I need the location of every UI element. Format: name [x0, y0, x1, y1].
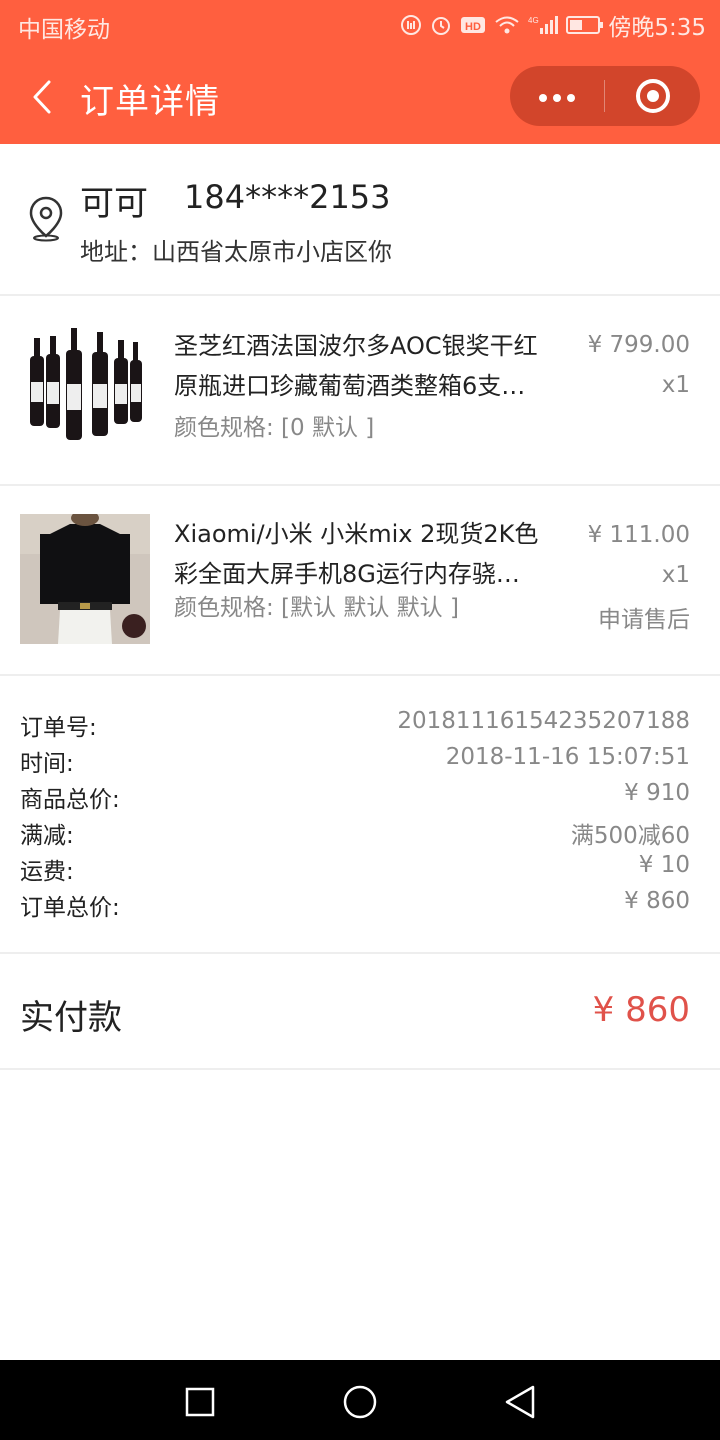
order-time-row: 时间: 2018-11-16 15:07:51: [20, 744, 690, 780]
hd-icon: HD: [461, 17, 486, 33]
alarm-icon: [432, 17, 451, 35]
svg-text:HD: HD: [465, 21, 481, 33]
order-total-row: 订单总价: ¥ 860: [20, 888, 690, 924]
goods-total-label: 商品总价:: [20, 787, 120, 813]
clock-label: 傍晚5:35: [608, 15, 706, 41]
product-quantity: x1: [661, 562, 690, 588]
goods-total-row: 商品总价: ¥ 910: [20, 780, 690, 816]
amount-paid-label: 实付款: [20, 998, 122, 1038]
target-circle-icon: [635, 79, 670, 113]
amount-paid-value: ¥ 860: [592, 990, 690, 1030]
back-button[interactable]: [22, 72, 62, 122]
product-title-line1: 圣芝红酒法国波尔多AOC银奖干红: [174, 332, 538, 360]
svg-text:4G: 4G: [528, 16, 539, 25]
amount-paid-section: 实付款 ¥ 860: [0, 954, 720, 1070]
carrier-label: 中国移动: [18, 17, 110, 43]
order-number-value: 20181116154235207188: [397, 708, 690, 734]
discount-row: 满减: 满500减60: [20, 816, 690, 852]
order-item[interactable]: Xiaomi/小米 小米mix 2现货2K色 彩全面大屏手机8G运行内存骁… 颜…: [0, 486, 720, 676]
data-saver-icon: [401, 15, 422, 35]
address-text: 地址：山西省太原市小店区你: [80, 238, 392, 266]
order-total-label: 订单总价:: [20, 895, 120, 921]
shipping-fee-row: 运费: ¥ 10: [20, 852, 690, 888]
order-info: 订单号: 20181116154235207188 时间: 2018-11-16…: [0, 676, 720, 954]
order-time-label: 时间:: [20, 751, 74, 777]
order-item[interactable]: 圣芝红酒法国波尔多AOC银奖干红 原瓶进口珍藏葡萄酒类整箱6支… 颜色规格: […: [0, 296, 720, 486]
miniprogram-capsule: [510, 66, 700, 126]
black-shirt-model-image: [20, 514, 150, 644]
chevron-left-icon: [33, 80, 51, 114]
back-nav-button[interactable]: [498, 1380, 542, 1424]
recipient-phone: 184****2153: [184, 178, 391, 216]
order-number-label: 订单号:: [20, 715, 97, 741]
product-quantity: x1: [661, 372, 690, 398]
order-number-row: 订单号: 20181116154235207188: [20, 708, 690, 744]
order-time-value: 2018-11-16 15:07:51: [445, 744, 690, 770]
close-miniprogram-button[interactable]: [605, 66, 700, 126]
shipping-address: 可可 184****2153 地址：山西省太原市小店区你: [0, 144, 720, 296]
nav-bar: 订单详情: [0, 50, 720, 144]
more-button[interactable]: [510, 66, 604, 126]
home-button[interactable]: [338, 1380, 382, 1424]
product-price: ¥ 799.00: [587, 332, 690, 358]
discount-value: 满500减60: [570, 823, 690, 849]
status-icons: HD 4G 傍晚5:35: [400, 8, 706, 42]
triangle-back-icon: [505, 1385, 535, 1419]
battery-icon: [566, 16, 604, 34]
status-bar: 中国移动 HD 4G 傍晚5:35: [0, 0, 720, 50]
product-spec: 颜色规格: [默认 默认 默认 ]: [174, 595, 459, 621]
recipient-name: 可可: [80, 184, 148, 224]
shipping-fee-value: ¥ 10: [638, 852, 690, 878]
app-header: 中国移动 HD 4G 傍晚5:35 订单详情: [0, 0, 720, 144]
page-title: 订单详情: [80, 82, 220, 122]
system-navigation-bar: [0, 1360, 720, 1440]
shipping-fee-label: 运费:: [20, 859, 74, 885]
wine-bottles-image: [20, 326, 150, 456]
product-spec: 颜色规格: [0 默认 ]: [174, 415, 375, 441]
square-icon: [185, 1387, 215, 1417]
product-title-line2: 原瓶进口珍藏葡萄酒类整箱6支…: [174, 372, 526, 400]
location-pin-icon: [29, 196, 63, 242]
signal-icon: 4G: [528, 16, 559, 34]
product-title: Xiaomi/小米 小米mix 2现货2K色 彩全面大屏手机8G运行内存骁…: [174, 514, 544, 594]
wifi-icon: [495, 16, 519, 34]
order-total-value: ¥ 860: [624, 888, 690, 914]
goods-total-value: ¥ 910: [624, 780, 690, 806]
product-title-line1: Xiaomi/小米 小米mix 2现货2K色: [174, 520, 539, 548]
product-title: 圣芝红酒法国波尔多AOC银奖干红 原瓶进口珍藏葡萄酒类整箱6支…: [174, 326, 544, 406]
circle-icon: [343, 1385, 377, 1419]
recent-apps-button[interactable]: [178, 1380, 222, 1424]
more-dots-icon: [536, 87, 578, 106]
after-sale-button[interactable]: 申请售后: [598, 600, 690, 634]
discount-label: 满减:: [20, 823, 74, 849]
product-price: ¥ 111.00: [587, 522, 690, 548]
